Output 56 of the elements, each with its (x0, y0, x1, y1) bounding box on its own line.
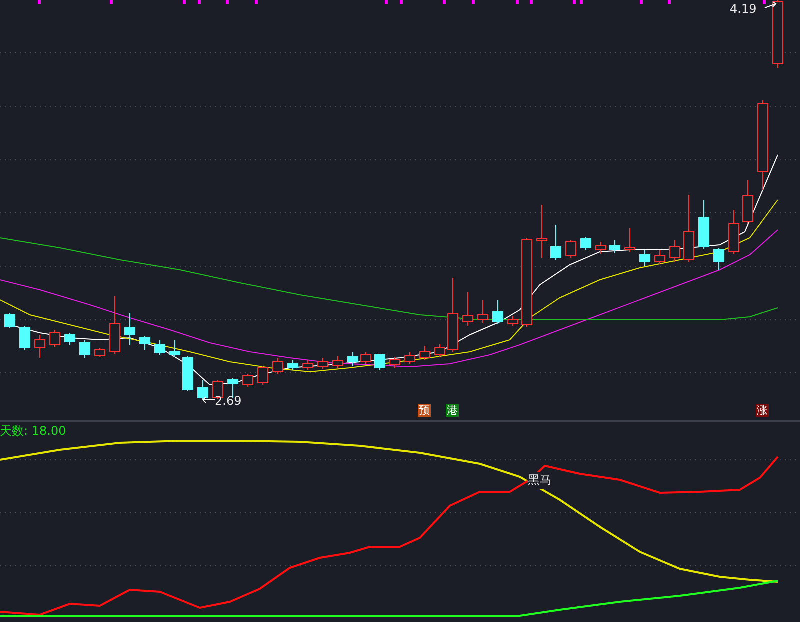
candlestick (80, 340, 90, 358)
candlestick (288, 360, 298, 370)
candlestick (110, 296, 120, 354)
candlestick (20, 326, 30, 350)
candlestick (50, 330, 60, 348)
candlestick (596, 242, 606, 254)
candlestick (332, 356, 344, 368)
candlestick (698, 200, 710, 250)
candlestick (154, 340, 166, 356)
candlestick (670, 240, 680, 262)
candlestick (374, 354, 386, 370)
candlestick (640, 250, 650, 266)
candlestick (140, 336, 150, 350)
arrow-icon (764, 2, 777, 8)
candlestick (566, 240, 576, 258)
candlestick (360, 352, 372, 364)
candlestick (728, 210, 740, 254)
candlestick (536, 204, 548, 258)
candlestick (318, 358, 328, 370)
candlestick (478, 300, 488, 324)
candlestick (182, 356, 194, 392)
indicator-title: 天数: 18.00 (0, 423, 66, 440)
candlestick (462, 292, 474, 326)
signal-tag: 涨 (756, 404, 769, 417)
candlestick (272, 358, 284, 374)
signal-tag: 预 (418, 404, 431, 417)
cross-label: 黑马 (528, 472, 552, 489)
candlestick (390, 356, 400, 368)
candlestick (198, 380, 208, 400)
candlestick (420, 346, 430, 360)
candlestick (610, 240, 620, 254)
candlestick (714, 248, 724, 270)
candlestick (550, 224, 562, 260)
candlestick (654, 250, 666, 264)
candlestick (434, 344, 446, 358)
candlestick (348, 352, 358, 366)
price-high-label: 4.19 (730, 2, 757, 16)
candlestick (742, 180, 754, 224)
candlestick (34, 334, 46, 358)
candlestick (4, 312, 16, 328)
candlestick (258, 366, 268, 386)
candlestick (492, 300, 504, 324)
candlestick (508, 316, 518, 326)
candlestick (580, 236, 592, 250)
candlestick (684, 194, 694, 262)
signal-tag: 港 (446, 404, 459, 417)
price-low-label: 2.69 (215, 394, 242, 408)
candlestick (302, 360, 314, 370)
candlestick (170, 340, 180, 358)
candlestick (124, 312, 136, 346)
arrow-icon (202, 396, 216, 404)
candlestick (64, 332, 76, 346)
candlestick (242, 374, 254, 388)
candlestick (624, 228, 636, 252)
candlestick (404, 352, 416, 364)
candlestick (94, 348, 106, 358)
